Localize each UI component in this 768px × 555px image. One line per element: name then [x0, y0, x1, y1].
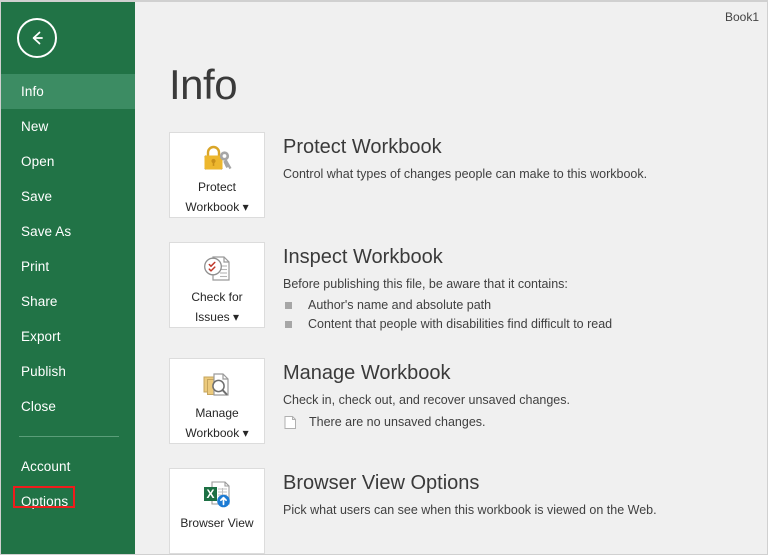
sidebar-item-share[interactable]: Share	[1, 284, 135, 319]
sidebar-item-label: Account	[21, 459, 71, 474]
excel-upload-icon: X	[200, 477, 234, 511]
list-item-label: Content that people with disabilities fi…	[308, 317, 613, 331]
protect-workbook-button-label-2: Workbook ▾	[185, 199, 248, 215]
sidebar-item-label: Open	[21, 154, 55, 169]
list-item-label: Author's name and absolute path	[308, 298, 492, 312]
sidebar-item-save-as[interactable]: Save As	[1, 214, 135, 249]
svg-text:X: X	[206, 487, 214, 501]
chevron-down-icon: ▾	[242, 426, 249, 440]
sidebar-item-label: Publish	[21, 364, 66, 379]
workbook-name-label: Book1	[724, 10, 759, 24]
inspect-workbook-body: Inspect Workbook Before publishing this …	[265, 242, 612, 334]
list-item: Content that people with disabilities fi…	[283, 315, 612, 334]
unsaved-changes-note: There are no unsaved changes.	[283, 413, 570, 432]
sidebar-item-info[interactable]: Info	[1, 74, 135, 109]
square-bullet-icon	[285, 321, 292, 328]
backstage-sidebar: Info New Open Save Save As Print Share E…	[1, 2, 135, 554]
section-protect-workbook: Protect Workbook ▾ Protect Workbook Cont…	[169, 132, 767, 218]
manage-workbook-button-label-2: Workbook ▾	[185, 425, 248, 441]
section-browser-view-options: X Browser View Browser View Options Pick…	[169, 468, 767, 554]
sidebar-item-label: Print	[21, 259, 50, 274]
inspect-workbook-description: Before publishing this file, be aware th…	[283, 277, 568, 291]
manage-workbook-heading: Manage Workbook	[283, 362, 451, 384]
browser-view-heading: Browser View Options	[283, 472, 480, 494]
protect-workbook-body: Protect Workbook Control what types of c…	[265, 132, 647, 183]
protect-workbook-button-label-1: Protect	[197, 180, 236, 194]
check-for-issues-button-label-1: Check for	[191, 290, 243, 304]
back-arrow-icon	[17, 18, 57, 58]
section-inspect-workbook: Check for Issues ▾ Inspect Workbook Befo…	[169, 242, 767, 334]
sidebar-item-label: Save	[21, 189, 53, 204]
browser-view-body: Browser View Options Pick what users can…	[265, 468, 657, 519]
excel-backstage-window: Info New Open Save Save As Print Share E…	[0, 0, 768, 555]
chevron-down-icon: ▾	[233, 310, 240, 324]
sidebar-divider	[19, 436, 119, 437]
protect-workbook-description: Control what types of changes people can…	[283, 167, 648, 181]
manage-workbook-body: Manage Workbook Check in, check out, and…	[265, 358, 570, 432]
sidebar-item-label: Export	[21, 329, 61, 344]
manage-workbook-button-label-1: Manage	[195, 406, 239, 420]
sidebar-item-print[interactable]: Print	[1, 249, 135, 284]
documents-magnifier-icon	[200, 367, 234, 401]
check-for-issues-button-label-2: Issues ▾	[195, 309, 239, 325]
info-sections: Protect Workbook ▾ Protect Workbook Cont…	[135, 106, 767, 554]
sidebar-item-export[interactable]: Export	[1, 319, 135, 354]
protect-workbook-button[interactable]: Protect Workbook ▾	[169, 132, 265, 218]
sidebar-item-label: New	[21, 119, 49, 134]
sidebar-item-close[interactable]: Close	[1, 389, 135, 424]
sidebar-item-publish[interactable]: Publish	[1, 354, 135, 389]
protect-workbook-heading: Protect Workbook	[283, 136, 442, 158]
manage-workbook-button-label-2-text: Workbook	[185, 426, 240, 440]
sidebar-item-label: Options	[21, 494, 69, 509]
browser-view-button-label-1: Browser View	[180, 516, 254, 530]
manage-workbook-button[interactable]: Manage Workbook ▾	[169, 358, 265, 444]
check-for-issues-button-label-2-text: Issues	[194, 310, 230, 324]
sidebar-item-options[interactable]: Options	[1, 484, 135, 519]
inspect-workbook-heading: Inspect Workbook	[283, 246, 443, 268]
sidebar-item-new[interactable]: New	[1, 109, 135, 144]
sidebar-item-save[interactable]: Save	[1, 179, 135, 214]
lock-and-key-icon	[200, 141, 234, 175]
page-icon	[284, 415, 298, 430]
browser-view-button[interactable]: X Browser View	[169, 468, 265, 554]
browser-view-description: Pick what users can see when this workbo…	[283, 503, 657, 517]
unsaved-changes-note-label: There are no unsaved changes.	[309, 415, 486, 429]
sidebar-item-open[interactable]: Open	[1, 144, 135, 179]
chevron-down-icon: ▾	[242, 200, 249, 214]
document-inspect-icon	[200, 251, 234, 285]
protect-workbook-button-label-2-text: Workbook	[185, 200, 240, 214]
page-title: Info	[169, 61, 238, 108]
sidebar-item-label: Info	[21, 84, 44, 99]
backstage-content: Book1 Info Protect Workbook ▾ Protect Wo…	[135, 2, 767, 554]
inspect-workbook-bullets: Author's name and absolute path Content …	[283, 296, 612, 334]
back-button[interactable]	[1, 2, 135, 74]
manage-workbook-description: Check in, check out, and recover unsaved…	[283, 393, 570, 407]
check-for-issues-button[interactable]: Check for Issues ▾	[169, 242, 265, 328]
sidebar-item-account[interactable]: Account	[1, 449, 135, 484]
sidebar-item-label: Save As	[21, 224, 72, 239]
sidebar-item-label: Close	[21, 399, 57, 414]
section-manage-workbook: Manage Workbook ▾ Manage Workbook Check …	[169, 358, 767, 444]
list-item: Author's name and absolute path	[283, 296, 612, 315]
sidebar-item-label: Share	[21, 294, 58, 309]
square-bullet-icon	[285, 302, 292, 309]
